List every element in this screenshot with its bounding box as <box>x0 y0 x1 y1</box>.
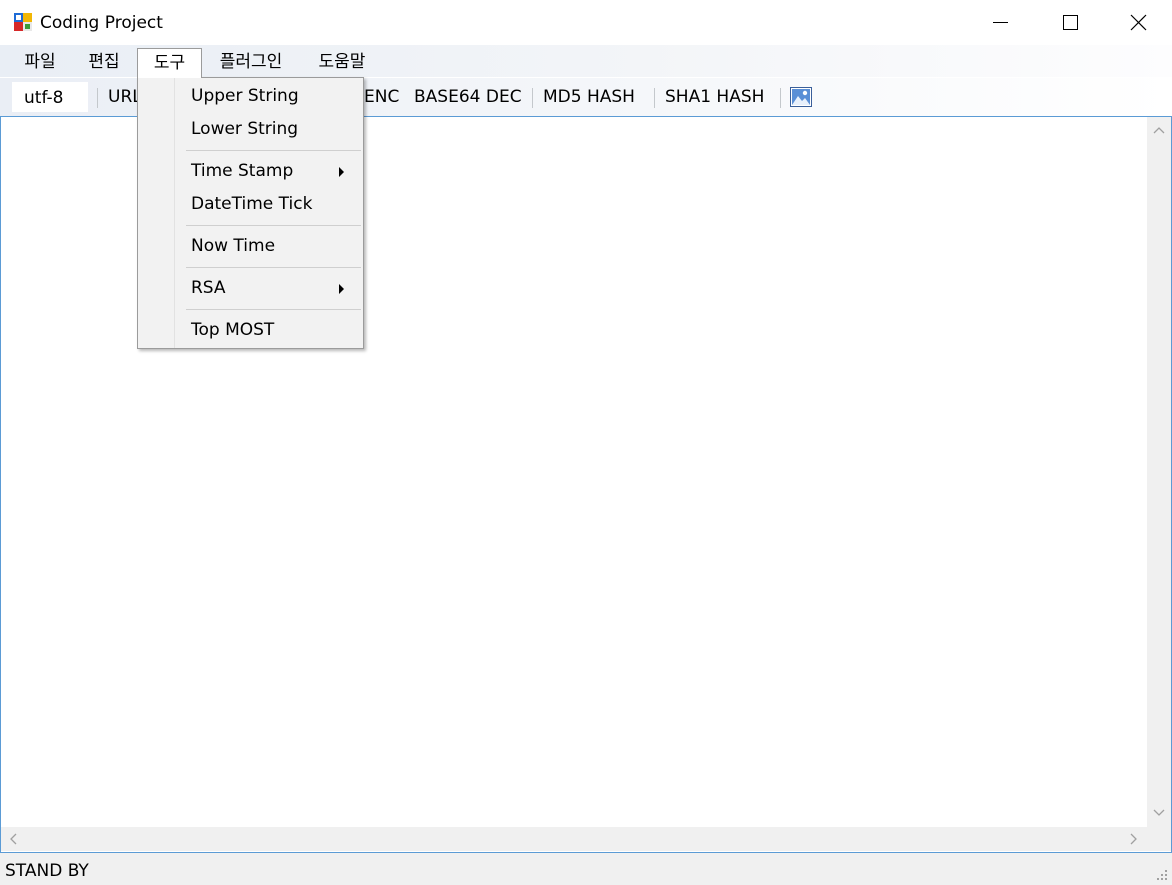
menu-item-datetime-tick[interactable]: DateTime Tick <box>174 189 363 219</box>
menu-bar: 파일 편집 도구 플러그인 도움말 <box>0 45 1172 78</box>
scroll-down-icon[interactable] <box>1153 809 1165 817</box>
submenu-arrow-icon <box>339 167 344 177</box>
scroll-up-icon[interactable] <box>1153 126 1165 134</box>
menu-file[interactable]: 파일 <box>14 47 66 77</box>
menu-item-now-time[interactable]: Now Time <box>174 231 363 261</box>
status-text: STAND BY <box>5 861 89 881</box>
scrollbar-corner <box>1147 827 1171 851</box>
tools-dropdown-menu: Upper String Lower String Time Stamp Dat… <box>137 77 364 349</box>
encoding-select[interactable]: utf-8 <box>12 82 88 112</box>
picture-icon[interactable] <box>790 87 812 107</box>
menu-item-top-most[interactable]: Top MOST <box>174 315 363 345</box>
status-bar: STAND BY <box>0 853 1172 885</box>
menu-plugin[interactable]: 플러그인 <box>207 47 295 77</box>
menu-help[interactable]: 도움말 <box>306 47 378 77</box>
menu-edit[interactable]: 편집 <box>78 47 130 77</box>
menu-item-rsa[interactable]: RSA <box>174 273 363 303</box>
menu-item-upper-string[interactable]: Upper String <box>174 81 363 111</box>
horizontal-scrollbar[interactable] <box>1 827 1147 851</box>
toolbar-separator <box>97 88 98 108</box>
minimize-icon <box>993 22 1008 23</box>
menu-item-lower-string[interactable]: Lower String <box>174 114 363 144</box>
menu-tools[interactable]: 도구 <box>137 48 202 78</box>
menu-separator <box>186 150 361 151</box>
close-icon <box>1130 14 1147 31</box>
minimize-button[interactable] <box>966 0 1036 45</box>
base64-dec-button[interactable]: BASE64 DEC <box>414 86 522 108</box>
vertical-scrollbar[interactable] <box>1147 117 1171 827</box>
toolbar-separator <box>654 88 655 108</box>
close-button[interactable] <box>1104 0 1172 45</box>
menu-item-label: RSA <box>191 278 226 298</box>
menu-separator <box>186 267 361 268</box>
menu-item-label: DateTime Tick <box>191 194 313 214</box>
menu-icon-gutter <box>138 78 175 348</box>
md5-hash-button[interactable]: MD5 HASH <box>543 86 635 108</box>
maximize-button[interactable] <box>1036 0 1106 45</box>
submenu-arrow-icon <box>339 284 344 294</box>
menu-item-label: Top MOST <box>191 320 275 340</box>
toolbar-separator <box>532 88 533 108</box>
menu-separator <box>186 309 361 310</box>
title-bar: Coding Project <box>0 0 1172 45</box>
enc-button[interactable]: ENC <box>364 86 399 108</box>
menu-item-time-stamp[interactable]: Time Stamp <box>174 156 363 186</box>
scroll-left-icon[interactable] <box>9 833 17 845</box>
app-icon <box>13 12 33 32</box>
menu-item-label: Lower String <box>191 119 299 139</box>
menu-item-label: Upper String <box>191 86 299 106</box>
scroll-right-icon[interactable] <box>1130 833 1138 845</box>
menu-item-label: Now Time <box>191 236 276 256</box>
menu-separator <box>186 225 361 226</box>
menu-item-label: Time Stamp <box>191 161 294 181</box>
sha1-hash-button[interactable]: SHA1 HASH <box>665 86 764 108</box>
toolbar-separator <box>780 88 781 108</box>
encoding-value: utf-8 <box>24 88 64 108</box>
maximize-icon <box>1063 15 1078 30</box>
window-title: Coding Project <box>40 13 163 33</box>
resize-grip-icon[interactable] <box>1155 868 1169 882</box>
